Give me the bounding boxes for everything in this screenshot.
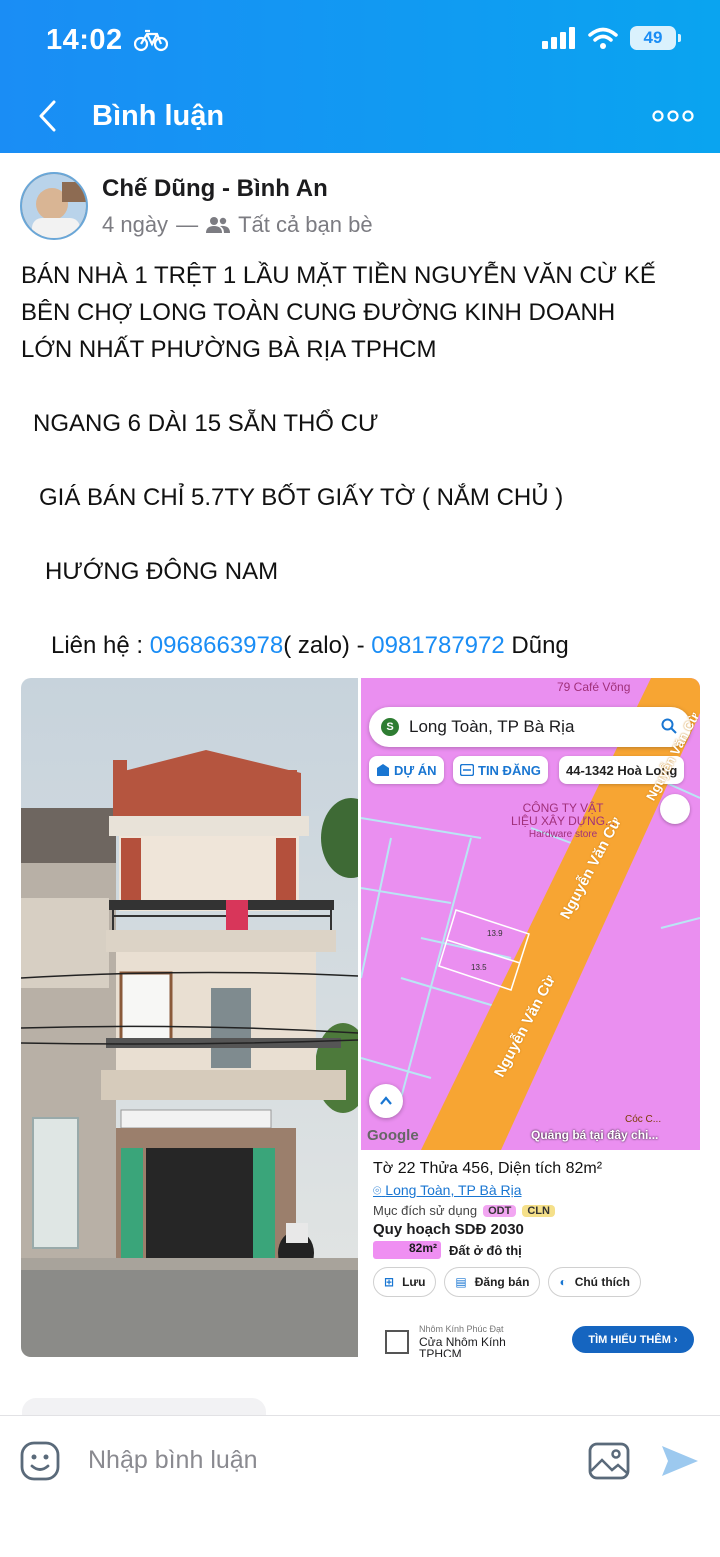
ad-cta-label: TÌM HIỂU THÊM (588, 1333, 671, 1346)
listing-icon (460, 764, 474, 776)
avatar-image (22, 174, 86, 238)
chip-listing[interactable]: TIN ĐĂNG (453, 756, 548, 784)
ad-text: Cửa Nhôm Kính TPHCM (419, 1336, 506, 1357)
chip-project-label: DỰ ÁN (394, 762, 437, 778)
search-badge: S (381, 718, 399, 736)
contact-suffix: Dũng (504, 632, 569, 659)
post-text-line-1: BÁN NHÀ 1 TRỆT 1 LẦU MẶT TIỀN NGUYỄN VĂN… (21, 262, 656, 289)
meta-separator: — (176, 212, 199, 237)
poi-line-2: LIỆU XÂY DỰNG... (511, 814, 616, 828)
post-audience: Tất cả bạn bè (238, 212, 373, 237)
cellular-signal-icon (542, 27, 575, 49)
legend-button[interactable]: ◐ Chú thích (548, 1267, 642, 1297)
bike-icon (134, 29, 168, 52)
post-size-line: NGANG 6 DÀI 15 SẴN THỔ CƯ (33, 410, 379, 437)
post-meta: 4 ngày — Tất cả bạn bè (102, 212, 373, 238)
map-search-bar[interactable]: S Long Toàn, TP Bà Rịa (369, 707, 691, 747)
map-search-text: Long Toàn, TP Bà Rịa (409, 717, 575, 736)
app-header: 14:02 49 Bình luận (0, 0, 720, 153)
post-listing-label: Đăng bán (474, 1275, 530, 1289)
zoning-plan-title: Quy hoạch SDĐ 2030 (373, 1221, 524, 1238)
google-attribution: Google (367, 1127, 419, 1144)
zoning-area-row: 82m² Đất ở đô thị (373, 1241, 688, 1259)
image-icon[interactable] (588, 1442, 630, 1480)
house-illustration (21, 678, 358, 1357)
location-pin-icon: ⌾ (373, 1182, 382, 1198)
comment-bar: Nhập bình luận (0, 1415, 720, 1557)
legend-label: Chú thích (574, 1275, 631, 1289)
panel-actions: ⊞ Lưu ▤ Đăng bán ◐ Chú thích (373, 1267, 688, 1297)
legend-icon: ◐ (559, 1275, 567, 1289)
land-use-label: Mục đích sử dụng (373, 1203, 478, 1218)
map-graphic (361, 678, 700, 1150)
post-text-line-2: BÊN CHỢ LONG TOÀN CUNG ĐƯỜNG KINH DOANH (21, 299, 616, 326)
parcel-location[interactable]: ⌾ Long Toàn, TP Bà Rịa (373, 1182, 688, 1199)
post-contact-line: Liên hệ : 0968663978( zalo) - 0981787972… (51, 632, 569, 660)
ad-cta-button[interactable]: TÌM HIỂU THÊM › (572, 1326, 694, 1353)
ad-company: Nhôm Kính Phúc Đạt (419, 1324, 504, 1334)
author-avatar[interactable] (20, 172, 88, 240)
comment-input[interactable]: Nhập bình luận (88, 1446, 258, 1475)
phone-link-2[interactable]: 0981787972 (371, 632, 504, 659)
parcel-edge-2: 13.5 (471, 963, 487, 972)
post-listing-button[interactable]: ▤ Đăng bán (444, 1267, 541, 1297)
status-time: 14:02 (46, 24, 123, 56)
map-screenshot[interactable]: 79 Café Võng S Long Toàn, TP Bà Rịa DỰ Á… (361, 678, 700, 1357)
status-indicators: 49 (542, 26, 681, 50)
wifi-icon (588, 27, 618, 49)
poi-cafe: Cóc C... (625, 1114, 662, 1125)
contact-mid: ( zalo) - (283, 632, 372, 659)
layers-icon[interactable] (660, 794, 690, 824)
reaction-bar[interactable] (22, 1398, 266, 1416)
post-direction-line: HƯỚNG ĐÔNG NAM (45, 558, 279, 585)
bookmark-add-icon: ⊞ (384, 1275, 395, 1289)
friends-icon (206, 217, 231, 233)
more-options-icon[interactable] (652, 108, 694, 124)
ad-banner-text: Quảng bá tại đây chi... (531, 1128, 659, 1142)
author-name[interactable]: Chế Dũng - Bình An (102, 175, 328, 203)
battery-indicator: 49 (630, 26, 681, 50)
parcel-title: Tờ 22 Thửa 456, Diện tích 82m² (373, 1160, 603, 1177)
chip-project[interactable]: DỰ ÁN (369, 756, 444, 784)
parcel-city[interactable]: TP Bà Rịa (458, 1182, 522, 1198)
area-bar: 82m² (373, 1241, 441, 1259)
post-price-line: GIÁ BÁN CHỈ 5.7TY BỐT GIẤY TỜ ( NẮM CHỦ … (39, 484, 564, 511)
send-icon[interactable] (658, 1440, 700, 1482)
post-time: 4 ngày (102, 212, 169, 237)
parcel-ward[interactable]: Long Toàn (385, 1182, 450, 1198)
save-button[interactable]: ⊞ Lưu (373, 1267, 437, 1297)
search-icon (661, 718, 677, 734)
save-label: Lưu (402, 1275, 426, 1289)
chip-listing-label: TIN ĐĂNG (478, 762, 541, 778)
house-photo[interactable] (21, 678, 358, 1357)
land-use-row: Mục đích sử dụng ODT CLN (373, 1203, 688, 1218)
tag-cln: CLN (522, 1204, 555, 1217)
map-top-poi: 79 Café Võng (557, 680, 631, 694)
phone-link-1[interactable]: 0968663978 (150, 632, 283, 659)
listing-icon: ▤ (455, 1275, 467, 1289)
building-icon (377, 764, 389, 776)
ad-strip[interactable]: Nhôm Kính Phúc Đạt Cửa Nhôm Kính TPHCM T… (361, 1324, 700, 1357)
tag-odt: ODT (483, 1204, 517, 1217)
emoji-icon[interactable] (20, 1441, 60, 1481)
chevron-up-icon (380, 1096, 392, 1105)
area-label: Đất ở đô thị (449, 1242, 522, 1258)
page-title: Bình luận (92, 100, 225, 132)
contact-prefix: Liên hệ : (51, 632, 150, 659)
back-arrow-icon[interactable] (32, 96, 66, 136)
parcel-edge-1: 13.9 (487, 929, 503, 938)
map-expand-button[interactable] (369, 1084, 403, 1118)
map-view: 79 Café Võng S Long Toàn, TP Bà Rịa DỰ Á… (361, 678, 700, 1150)
door-icon (385, 1330, 409, 1354)
ad-line-2: TPHCM (419, 1347, 462, 1357)
post-text-line-3: LỚN NHẤT PHƯỜNG BÀ RỊA TPHCM (21, 336, 437, 363)
